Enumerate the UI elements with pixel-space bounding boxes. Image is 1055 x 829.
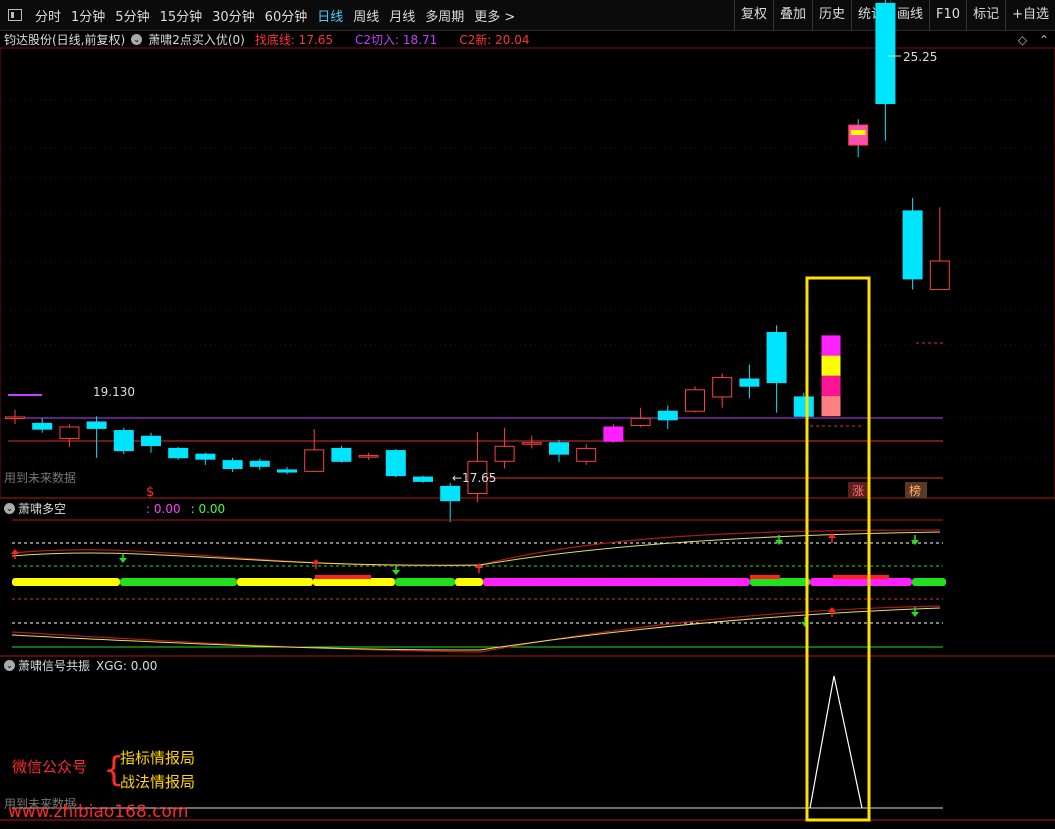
- candle-body: [385, 450, 406, 477]
- trend-bar: [750, 578, 810, 586]
- panel3-header: ⌄ 萧啸信号共振 XGG: 0.00: [4, 657, 157, 674]
- candle-body: [766, 332, 787, 384]
- candle-segment: [821, 396, 841, 417]
- candle-body: [358, 455, 379, 458]
- candle-body: [141, 435, 161, 447]
- panel2-value1: : 0.00: [146, 501, 181, 516]
- candle-body: [59, 426, 80, 439]
- trend-mark: [315, 575, 371, 579]
- trend-bar: [810, 578, 912, 586]
- wechat-label: 微信公众号: [12, 758, 88, 776]
- chevron-down-icon[interactable]: ⌄: [4, 660, 15, 671]
- candle-body: [168, 447, 189, 459]
- candle-mark: [850, 130, 866, 136]
- trend-bar: [12, 578, 120, 586]
- candle-body: [712, 377, 733, 398]
- chevron-down-icon[interactable]: ⌄: [4, 503, 15, 514]
- candle-body: [113, 430, 134, 452]
- trend-bar: [237, 578, 313, 586]
- candle-body: [793, 396, 814, 417]
- candle-body: [549, 442, 569, 455]
- p2-curve-red: [11, 529, 941, 567]
- panel3-title: 萧啸信号共振: [18, 659, 91, 673]
- candle-body: [739, 378, 760, 387]
- trend-bar: [483, 578, 750, 586]
- candle-body: [603, 426, 624, 442]
- trend-bar: [313, 578, 395, 586]
- mid-price-label: 19.130: [93, 385, 135, 399]
- candle-segment: [821, 355, 841, 376]
- chart-canvas[interactable]: 25.25 19.130 ←17.65 $ 涨 榜: [0, 0, 1055, 829]
- watermark-line2: 战法情报局: [120, 773, 196, 791]
- p2-curve-red: [11, 605, 941, 653]
- candle-body: [494, 445, 515, 462]
- price-gridlines: [0, 99, 1055, 459]
- p2-curve-yellow: [11, 607, 941, 651]
- panel3-value: XGG: 0.00: [96, 658, 158, 673]
- badge-rise: 涨: [852, 483, 864, 498]
- panel2-title: 萧啸多空: [18, 502, 67, 516]
- candle-body: [413, 476, 433, 482]
- candle-body: [195, 453, 216, 460]
- candle-body: [277, 469, 297, 473]
- candle-body: [630, 417, 651, 427]
- candle-body: [929, 260, 950, 291]
- candle-body: [440, 485, 461, 502]
- candle-body: [222, 460, 243, 469]
- candle-segment: [821, 335, 841, 356]
- candle-body: [576, 447, 597, 462]
- future-data-note: 用到未来数据: [4, 471, 77, 485]
- candle-body: [5, 416, 25, 419]
- candle-body: [848, 124, 869, 146]
- trend-mark: [750, 575, 780, 579]
- panel2-header: ⌄ 萧啸多空 : 0.00 : 0.00: [4, 500, 225, 517]
- candle-body: [249, 460, 270, 467]
- watermark-line1: 指标情报局: [120, 749, 196, 767]
- candle-body: [32, 422, 53, 430]
- panel2-value2: : 0.00: [190, 501, 226, 516]
- watermark-site: www.zhibiao168.com: [8, 802, 189, 822]
- candle-body: [86, 421, 107, 429]
- p2-curve-yellow: [11, 531, 941, 566]
- candle-body: [902, 210, 923, 280]
- candle-body: [331, 447, 352, 462]
- candle-body: [875, 2, 896, 105]
- candle-body: [685, 389, 705, 412]
- badge-rank: 榜: [909, 483, 921, 498]
- candle-body: [304, 449, 325, 472]
- trend-bar: [912, 578, 946, 586]
- trend-bar: [395, 578, 455, 586]
- trend-bar: [455, 578, 483, 586]
- signal-spike: [809, 675, 863, 809]
- candle-body: [657, 410, 678, 421]
- watermark-lines: 指标情报局 战法情报局: [120, 746, 195, 794]
- low-price-label: ←17.65: [452, 471, 496, 485]
- price-labels: 25.25 19.130 ←17.65 $ 涨 榜: [93, 50, 937, 500]
- high-price-label: 25.25: [903, 50, 937, 64]
- candle-segment: [821, 375, 841, 397]
- dollar-marker: $: [146, 485, 154, 500]
- trend-bar: [120, 578, 237, 586]
- trend-mark: [833, 575, 889, 579]
- candle-body: [521, 442, 542, 445]
- price-panel-border: [0, 47, 1055, 499]
